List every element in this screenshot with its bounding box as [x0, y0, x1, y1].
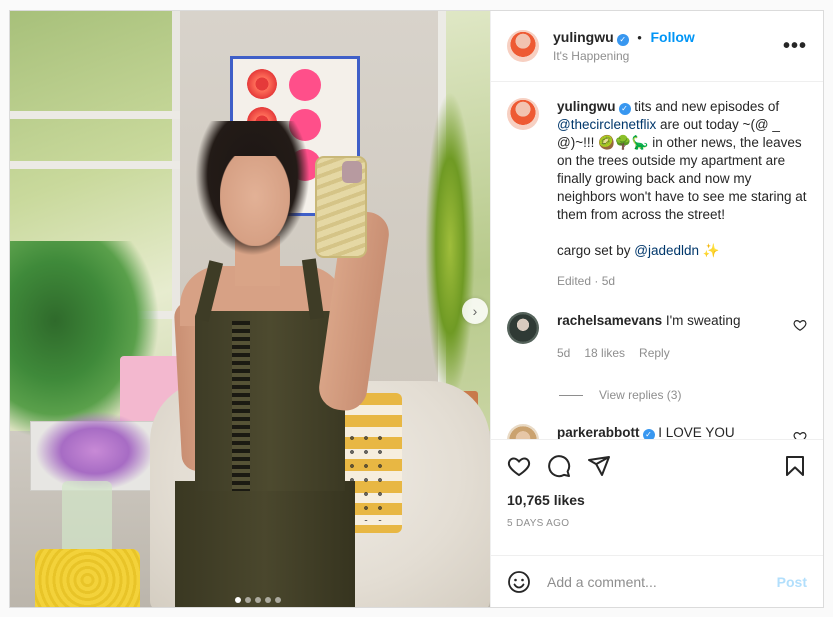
photo-vine-plant [425, 91, 475, 401]
comment-age[interactable]: 5d [557, 344, 570, 362]
chevron-right-icon[interactable]: › [462, 298, 488, 324]
post-side-panel: yulingwu ✓ • Follow It's Happening ••• yu… [490, 11, 823, 607]
caption-username[interactable]: yulingwu [557, 99, 616, 114]
likes-count[interactable]: 10,765 likes [507, 492, 807, 508]
caption: yulingwu ✓ tits and new episodes of @thec… [507, 98, 807, 290]
verified-badge-icon: ✓ [616, 34, 629, 46]
reply-button[interactable]: Reply [639, 344, 670, 362]
comment-username[interactable]: rachelsamevans [557, 313, 662, 328]
carousel-dot[interactable] [265, 597, 271, 603]
avatar[interactable] [507, 98, 539, 130]
heart-icon[interactable] [507, 454, 531, 478]
carousel-dot[interactable] [235, 597, 241, 603]
comment-text: I LOVE YOU [658, 425, 735, 439]
mention-link[interactable]: @thecirclenetflix [557, 117, 656, 132]
avatar[interactable] [507, 424, 539, 439]
post-photo[interactable]: › [10, 11, 490, 607]
comment-likes[interactable]: 18 likes [584, 344, 625, 362]
follow-button[interactable]: Follow [650, 29, 694, 45]
caption-meta: Edited · 5d [557, 274, 616, 288]
mention-link[interactable]: @jadedldn [634, 243, 699, 258]
verified-badge-icon: ✓ [618, 103, 631, 115]
carousel-dot[interactable] [255, 597, 261, 603]
comment-icon[interactable] [547, 454, 571, 478]
separator-dot: • [637, 30, 642, 45]
author-username[interactable]: yulingwu [553, 29, 614, 45]
heart-icon[interactable] [793, 318, 807, 332]
more-options-icon[interactable]: ••• [783, 36, 807, 56]
photo-yellow-stool [35, 549, 140, 607]
post-header: yulingwu ✓ • Follow It's Happening ••• [491, 11, 823, 82]
post-date[interactable]: 5 DAYS AGO [507, 518, 807, 529]
caption-text-part: are out today ~(@ _ @)~!!! 🥝🌳🦕 in other … [557, 117, 807, 258]
share-icon[interactable] [587, 454, 611, 478]
post-actions: 10,765 likes 5 DAYS AGO [491, 439, 823, 555]
avatar[interactable] [507, 312, 539, 344]
photo-corset-lacing [232, 321, 250, 491]
caption-text-part: tits and new episodes of [634, 99, 783, 114]
heart-icon[interactable] [793, 430, 807, 439]
view-replies-label: View replies (3) [599, 388, 682, 402]
comments-list[interactable]: yulingwu ✓ tits and new episodes of @thec… [491, 82, 823, 439]
comment-text: I'm sweating [665, 313, 741, 328]
photo-face [220, 156, 290, 246]
view-replies-button[interactable]: View replies (3) [559, 388, 807, 402]
carousel-dot[interactable] [245, 597, 251, 603]
caption-text-part: ✨ [699, 243, 720, 258]
post-button[interactable]: Post [777, 574, 807, 590]
verified-badge-icon: ✓ [642, 429, 655, 439]
photo-skirt [175, 481, 355, 607]
comment-item: rachelsamevans I'm sweating 5d 18 likes … [507, 312, 807, 362]
replies-divider [559, 394, 583, 396]
photo-tulips [35, 411, 155, 491]
comment-input[interactable] [547, 573, 777, 590]
comment-username[interactable]: parkerabbott [557, 425, 640, 439]
post-card: › yulingwu✓ • Follow It's Happening ••• [9, 10, 824, 608]
location-label[interactable]: It's Happening [553, 49, 783, 63]
carousel-dots [235, 597, 281, 603]
carousel-dot[interactable] [275, 597, 281, 603]
bookmark-icon[interactable] [783, 454, 807, 478]
avatar[interactable] [507, 30, 539, 62]
comment-item: parkerabbott ✓ I LOVE YOU [507, 424, 807, 439]
add-comment-bar: Post [491, 555, 823, 607]
emoji-icon[interactable] [507, 570, 531, 594]
